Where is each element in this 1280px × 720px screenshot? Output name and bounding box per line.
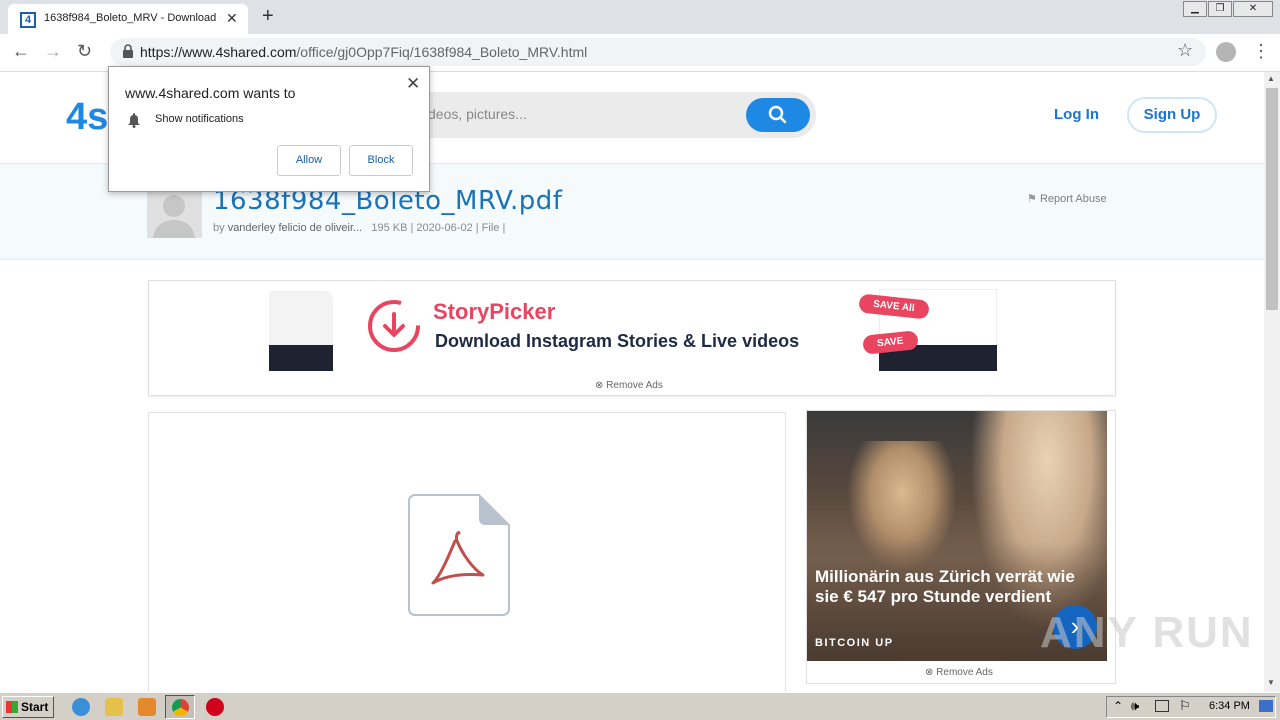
minimize-icon[interactable]: ▁ [1183,1,1207,17]
block-button[interactable]: Block [349,145,413,176]
page-scrollbar[interactable]: ▲ ▼ [1264,72,1280,692]
ad-source: BITCOIN UP [815,637,894,649]
bookmark-star-icon[interactable]: ☆ [1177,40,1193,61]
remove-ads-link-side[interactable]: ⊗ Remove Ads [925,667,993,678]
anyrun-watermark: ANY RUN [1040,608,1254,657]
media-player-icon[interactable] [138,698,156,716]
scroll-thumb[interactable] [1266,88,1278,310]
dialog-close-icon[interactable]: ✕ [406,74,420,94]
login-link[interactable]: Log In [1054,106,1099,123]
show-desktop-icon[interactable] [1259,700,1273,712]
notification-permission-dialog: www.4shared.com wants to ✕ Show notifica… [108,66,430,192]
allow-button[interactable]: Allow [277,145,341,176]
ad-brand: StoryPicker [433,299,556,324]
ie-icon[interactable] [72,698,90,716]
opera-icon[interactable] [206,698,224,716]
forward-icon[interactable]: → [44,41,62,62]
profile-icon[interactable] [1216,42,1236,62]
ad-headline: Millionärin aus Zürich verrät wie sie € … [815,567,1075,606]
search-icon [768,105,787,124]
network-icon[interactable] [1155,700,1169,712]
new-tab-icon[interactable]: + [262,5,274,28]
restore-icon[interactable]: ❐ [1208,1,1232,17]
address-bar[interactable]: https://www.4shared.com/office/gj0Opp7Fi… [110,38,1206,66]
back-icon[interactable]: ← [12,41,30,62]
scroll-up-icon[interactable]: ▲ [1267,74,1275,83]
lock-icon [123,44,133,58]
tab-close-icon[interactable]: ✕ [226,10,238,27]
chrome-icon [172,699,189,716]
explorer-icon[interactable] [105,698,123,716]
close-window-icon[interactable]: ✕ [1233,1,1273,17]
system-tray: ⌃ 🕪 ⚐ 6:34 PM [1106,696,1276,718]
action-center-flag-icon[interactable]: ⚐ [1179,698,1191,714]
site-logo[interactable]: 4s [66,96,108,139]
top-ad[interactable]: StoryPicker Download Instagram Stories &… [148,280,1116,396]
clock[interactable]: 6:34 PM [1209,700,1250,712]
document-viewer [148,412,786,702]
signup-button[interactable]: Sign Up [1127,97,1217,133]
tab-title: 1638f984_Boleto_MRV - Download - [44,12,220,24]
scroll-down-icon[interactable]: ▼ [1267,678,1275,687]
tab-favicon-icon: 4 [20,12,36,28]
chrome-taskbar-button[interactable] [165,695,195,719]
remove-ads-link[interactable]: ⊗ Remove Ads [595,380,663,391]
author-link[interactable]: vanderley felicio de oliveir... [228,222,363,234]
bell-icon [128,113,140,128]
windows-logo-icon [6,701,18,713]
reload-icon[interactable]: ↻ [77,41,92,62]
notification-title: www.4shared.com wants to [125,85,296,101]
notification-message: Show notifications [155,113,244,125]
search-button[interactable] [746,98,810,132]
volume-icon[interactable]: 🕪 [1131,698,1139,714]
file-meta: by vanderley felicio de oliveir... 195 K… [213,222,506,234]
tray-expand-icon[interactable]: ⌃ [1113,699,1123,713]
browser-menu-icon[interactable]: ⋮ [1252,41,1270,62]
start-button[interactable]: Start [2,696,54,718]
storypicker-banner[interactable]: StoryPicker Download Instagram Stories &… [269,281,997,371]
url-text: https://www.4shared.com/office/gj0Opp7Fi… [140,44,588,60]
browser-tab[interactable]: 4 1638f984_Boleto_MRV - Download - ✕ [8,4,248,34]
flag-icon: ⚑ [1027,193,1037,205]
pdf-file-icon [408,494,510,616]
download-circle-icon [368,300,420,352]
tab-strip: 4 1638f984_Boleto_MRV - Download - ✕ + ▁… [0,0,1280,34]
search-placeholder: deos, pictures... [428,106,527,122]
avatar [147,186,202,238]
report-abuse-link[interactable]: ⚑ Report Abuse [1027,192,1107,205]
close-circle-icon: ⊗ [595,380,604,391]
taskbar: Start ⌃ 🕪 ⚐ 6:34 PM [0,692,1280,720]
ad-tagline: Download Instagram Stories & Live videos [435,331,800,351]
close-circle-icon: ⊗ [925,667,934,678]
